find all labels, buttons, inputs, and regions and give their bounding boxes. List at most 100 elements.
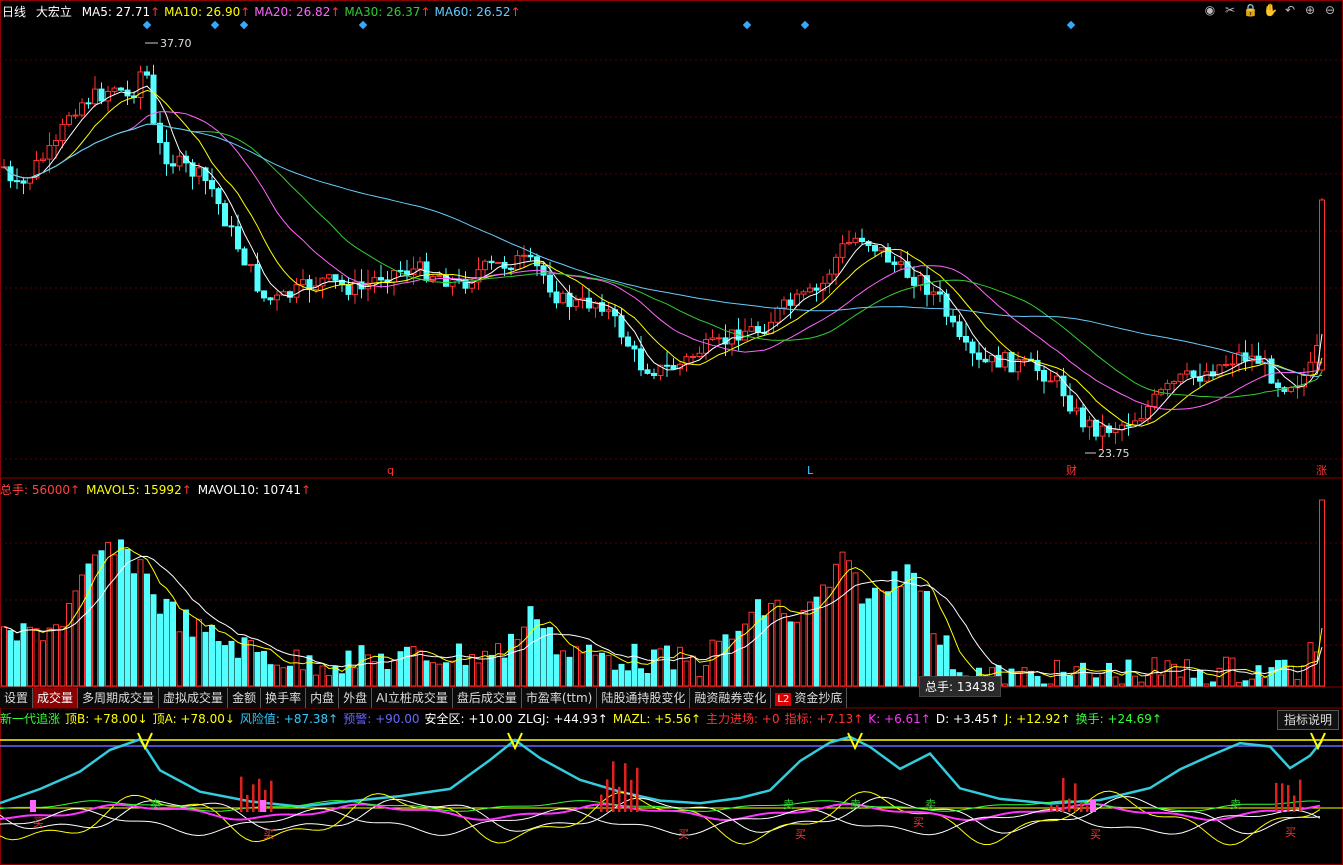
volume-bar: [131, 573, 137, 687]
candle: [1073, 398, 1080, 416]
candle: [534, 253, 540, 276]
eye-icon[interactable]: ◉: [1203, 3, 1217, 17]
tab-13[interactable]: L2 资金抄底: [771, 688, 848, 708]
candle: [352, 269, 358, 304]
volume-bar: [248, 640, 254, 687]
lock-icon[interactable]: 🔒: [1243, 3, 1258, 17]
buy-signal: 买: [263, 828, 274, 841]
volume-bar: [306, 655, 313, 687]
volume-bar: [189, 636, 196, 687]
candle: [397, 261, 404, 277]
main-force-bar: [1287, 785, 1290, 812]
volume-bar: [14, 640, 20, 687]
undo-icon[interactable]: ↶: [1283, 3, 1297, 17]
ma-value-4: MA60: 26.52↑: [434, 5, 521, 19]
volume-bar: [111, 554, 118, 687]
volume-bar: [846, 560, 852, 687]
main-force-bar: [1080, 802, 1083, 812]
volume-bar: [1015, 672, 1021, 687]
volume-bar: [33, 628, 40, 687]
volume-bar: [1002, 683, 1008, 687]
volume-bar: [1021, 667, 1028, 687]
candle: [20, 176, 27, 195]
cai-marker: 财: [1066, 463, 1077, 477]
tab-2[interactable]: 多周期成交量: [78, 688, 160, 708]
candle: [170, 154, 176, 174]
indicator-description-button[interactable]: 指标说明: [1276, 710, 1339, 730]
indicator-value-8: 主力进场: +0: [706, 712, 780, 726]
indicator-value-0: 新一代追涨: [0, 712, 61, 726]
volume-bar: [722, 634, 729, 687]
l-marker: L: [807, 464, 814, 477]
candle: [612, 304, 618, 328]
candle: [235, 214, 241, 253]
volume-bar: [709, 639, 716, 687]
volume-bar: [878, 590, 885, 687]
volume-bar: [150, 594, 157, 687]
volume-bar: [1255, 665, 1262, 687]
event-diamond: [358, 20, 368, 30]
candle: [976, 342, 982, 369]
volume-bar: [1132, 675, 1138, 687]
volume-bar: [222, 645, 228, 687]
volume-bar: [1034, 676, 1041, 687]
volume-bar: [27, 626, 33, 687]
tab-5[interactable]: 换手率: [261, 688, 307, 708]
volume-bar: [1229, 657, 1236, 687]
buy-signal: 买: [33, 816, 44, 829]
indicator-value-4: 预警: +90.00: [343, 712, 420, 726]
indicator-value-3: 风险值: +87.38↑: [239, 712, 339, 726]
volume-bar: [1164, 660, 1171, 687]
tab-4[interactable]: 金额: [228, 688, 262, 708]
candle: [1112, 421, 1119, 444]
tab-11[interactable]: 陆股通持股变化: [597, 688, 691, 708]
tab-3[interactable]: 虚拟成交量: [159, 688, 229, 708]
indicator-value-13: 换手: +24.69↑: [1075, 712, 1162, 726]
candle: [748, 317, 755, 333]
tab-7[interactable]: 外盘: [339, 688, 373, 708]
volume-bar: [1184, 659, 1190, 687]
volume-bar: [157, 613, 163, 687]
main-force-bar: [618, 786, 621, 812]
volume-bar: [1236, 681, 1242, 687]
main-force-bar: [1086, 805, 1089, 812]
volume-bar: [696, 675, 703, 687]
volume-bar: [72, 590, 79, 687]
tab-1[interactable]: 成交量: [33, 688, 79, 708]
candle: [111, 86, 118, 95]
volume-bar: [638, 668, 644, 687]
volume-bar: [1145, 674, 1151, 687]
volume-bar: [319, 665, 326, 687]
volume-bar: [690, 655, 696, 687]
candle: [1080, 403, 1086, 433]
tab-0[interactable]: 设置: [0, 688, 34, 708]
candle: [1184, 362, 1190, 379]
scissors-icon[interactable]: ✂: [1223, 3, 1237, 17]
tab-10[interactable]: 市盈率(ttm): [522, 688, 598, 708]
indicator-value-7: MAZL: +5.56↑: [612, 712, 702, 726]
ma-value-0: MA5: 27.71↑: [81, 5, 161, 19]
hand-icon[interactable]: ✋: [1263, 3, 1278, 17]
candle: [1106, 423, 1112, 438]
zhang-marker: 涨: [1316, 464, 1327, 477]
tab-8[interactable]: AI立桩成交量: [372, 688, 453, 708]
volume-bar: [456, 643, 462, 687]
zoom-in-icon[interactable]: ⊕: [1303, 3, 1317, 17]
candle: [1060, 367, 1067, 407]
main-force-bar: [270, 780, 273, 812]
candle: [14, 168, 20, 190]
tab-12[interactable]: 融资融券变化: [690, 688, 772, 708]
tab-6[interactable]: 内盘: [306, 688, 340, 708]
candle: [176, 151, 183, 171]
candle: [1099, 414, 1106, 450]
volume-bar: [1093, 677, 1099, 687]
candle: [66, 111, 72, 127]
volume-bar: [423, 660, 430, 687]
volume-bar: [534, 619, 540, 687]
volume-header: 总手: 56000↑ MAVOL5: 15992↑ MAVOL10: 10741↑: [0, 480, 317, 500]
tab-9[interactable]: 盘后成交量: [453, 688, 522, 708]
volume-bar: [787, 621, 794, 687]
candle: [183, 150, 189, 173]
zoom-out-icon[interactable]: ⊖: [1323, 3, 1337, 17]
stock-chart[interactable]: 37.7023.75q L 财涨买买买买买买 买卖卖卖卖卖: [0, 0, 1343, 865]
